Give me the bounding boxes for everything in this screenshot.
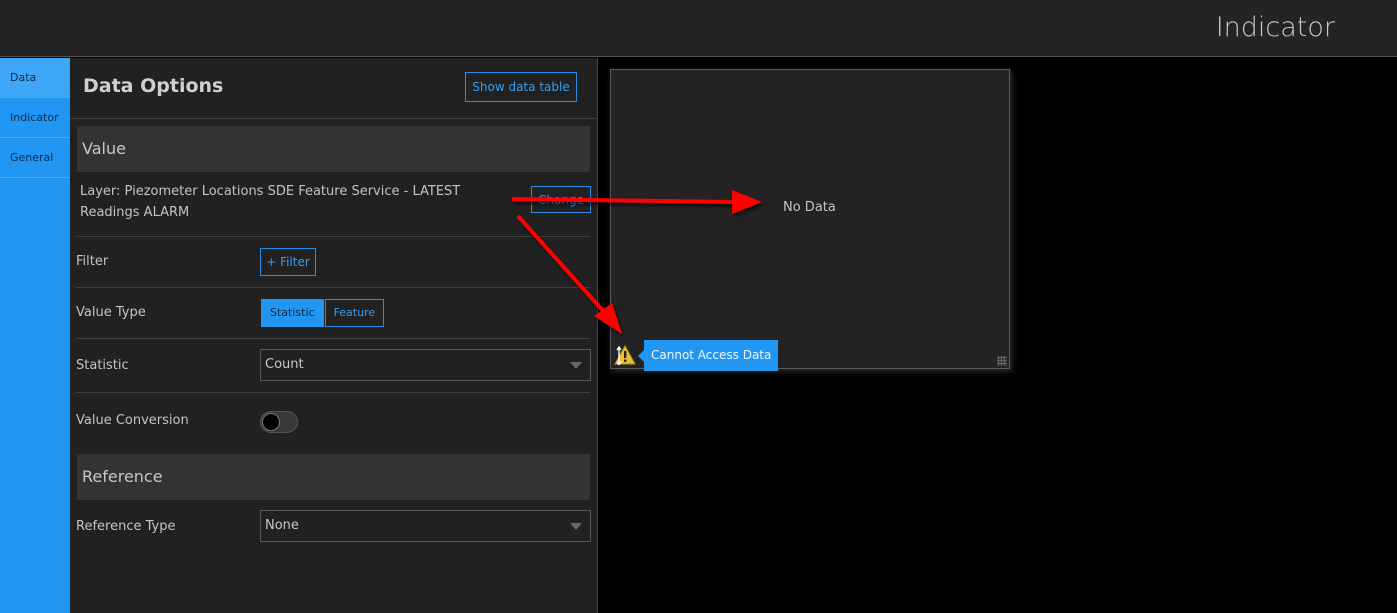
reference-type-value: None <box>265 518 299 533</box>
value-type-toggle: Statistic Feature <box>261 299 385 327</box>
chevron-down-icon <box>570 362 582 369</box>
value-type-row: Value Type Statistic Feature <box>76 288 590 339</box>
tab-indicator[interactable]: Indicator <box>0 98 70 138</box>
page-title: Indicator <box>1215 12 1335 43</box>
value-type-label: Value Type <box>76 305 146 320</box>
value-conversion-label: Value Conversion <box>76 413 189 428</box>
panel-header: Data Options Show data table <box>70 58 597 119</box>
change-layer-button[interactable]: Change <box>531 186 591 213</box>
filter-label: Filter <box>76 254 109 269</box>
layer-name: Layer: Piezometer Locations SDE Feature … <box>80 184 461 220</box>
value-section-header: Value <box>77 126 590 172</box>
top-bar: Indicator <box>0 0 1397 57</box>
statistic-label: Statistic <box>76 358 129 373</box>
data-options-panel: Data Options Show data table Value Layer… <box>70 58 598 613</box>
layer-row: Layer: Piezometer Locations SDE Feature … <box>77 172 591 237</box>
value-type-feature[interactable]: Feature <box>324 299 385 327</box>
reference-type-label: Reference Type <box>76 519 176 534</box>
value-type-statistic[interactable]: Statistic <box>261 299 324 327</box>
chevron-down-icon <box>570 523 582 530</box>
filter-row: Filter + Filter <box>76 237 590 288</box>
value-conversion-row: Value Conversion <box>76 393 590 448</box>
reference-type-row: Reference Type None <box>76 500 591 552</box>
no-data-message: No Data <box>783 200 836 215</box>
statistic-row: Statistic Count <box>76 339 591 393</box>
show-data-table-button[interactable]: Show data table <box>465 72 577 102</box>
toggle-knob <box>262 413 280 431</box>
statistic-value: Count <box>265 357 304 372</box>
add-filter-button[interactable]: + Filter <box>260 248 316 276</box>
reference-type-select[interactable]: None <box>260 510 591 542</box>
resize-handle-icon[interactable] <box>997 356 1007 366</box>
warning-tooltip: Cannot Access Data <box>637 340 779 371</box>
indicator-preview-card: No Data <box>610 69 1010 369</box>
side-tabs: Data Indicator General <box>0 58 70 613</box>
statistic-select[interactable]: Count <box>260 349 591 381</box>
warning-triangle-icon[interactable] <box>614 345 636 365</box>
tab-general[interactable]: General <box>0 138 70 178</box>
panel-title: Data Options <box>83 75 224 97</box>
value-conversion-toggle[interactable] <box>260 411 298 433</box>
reference-section-header: Reference <box>77 454 590 500</box>
tab-data[interactable]: Data <box>0 58 70 98</box>
